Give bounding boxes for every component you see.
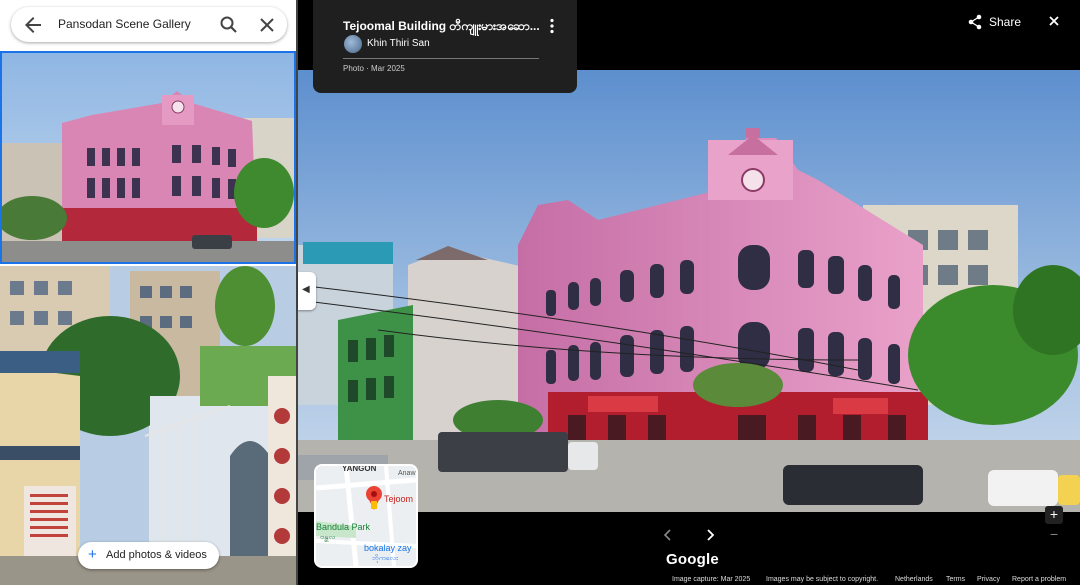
google-logo: Google <box>666 551 719 568</box>
image-capture-date: Image capture: Mar 2025 <box>672 576 751 583</box>
minimap-city-label: YANGON <box>342 464 377 473</box>
minimap-park-local-label: ဗန္ဓုလ <box>320 534 336 541</box>
collapse-panel-button[interactable]: ◀ <box>298 272 316 310</box>
gallery-panel: Pansodan Scene Gallery + Add photos & vi… <box>0 0 298 585</box>
minimap-park-label: Bandula Park <box>316 522 371 532</box>
gallery-photo-thumbnail-selected[interactable] <box>0 51 296 264</box>
place-title[interactable]: Tejoomal Building တီကျူးမားအဆော... <box>343 18 540 36</box>
copyright-notice: Images may be subject to copyright. <box>766 576 879 583</box>
photo-date: Photo · Mar 2025 <box>343 64 405 73</box>
photo-info-card: Tejoomal Building တီကျူးမားအဆော... Khin … <box>313 0 577 93</box>
more-options-icon[interactable] <box>549 18 555 34</box>
add-photos-label: Add photos & videos <box>106 549 207 561</box>
close-icon[interactable] <box>255 13 279 37</box>
search-query[interactable]: Pansodan Scene Gallery <box>58 17 191 31</box>
terms-link[interactable]: Terms <box>946 576 965 583</box>
back-arrow-icon[interactable] <box>21 13 45 37</box>
share-icon <box>968 14 982 30</box>
minimap-local2-label: ဘိုကလေး <box>372 555 398 562</box>
minimap-street-label: Anaw <box>398 470 416 477</box>
plus-icon: + <box>88 546 97 563</box>
share-label: Share <box>989 15 1022 29</box>
search-icon[interactable] <box>217 13 241 37</box>
report-problem-link[interactable]: Report a problem <box>1012 576 1066 583</box>
chevron-left-icon: ◀ <box>302 284 310 295</box>
minimap-place-label: Tejoom <box>384 494 414 504</box>
main-photo[interactable] <box>298 70 1080 512</box>
search-box[interactable]: Pansodan Scene Gallery <box>11 7 287 42</box>
next-photo-icon[interactable] <box>704 528 716 542</box>
close-viewer-icon[interactable] <box>1046 13 1062 29</box>
zoom-in-button[interactable]: + <box>1045 506 1063 524</box>
minimap-local-label: bokalay zay <box>364 543 412 553</box>
gallery-photo-thumbnail[interactable] <box>0 266 296 585</box>
add-photos-button[interactable]: + Add photos & videos <box>78 542 219 569</box>
minimap[interactable]: YANGON Anaw Tejoom Bandula Park ဗန္ဓုလ b… <box>314 464 418 568</box>
previous-photo-icon[interactable] <box>662 528 674 542</box>
author-name[interactable]: Khin Thiri San <box>367 38 430 49</box>
divider <box>343 58 539 59</box>
region-link[interactable]: Netherlands <box>895 576 933 583</box>
avatar[interactable] <box>344 35 362 53</box>
privacy-link[interactable]: Privacy <box>977 576 1000 583</box>
zoom-out-button[interactable]: − <box>1045 526 1063 544</box>
